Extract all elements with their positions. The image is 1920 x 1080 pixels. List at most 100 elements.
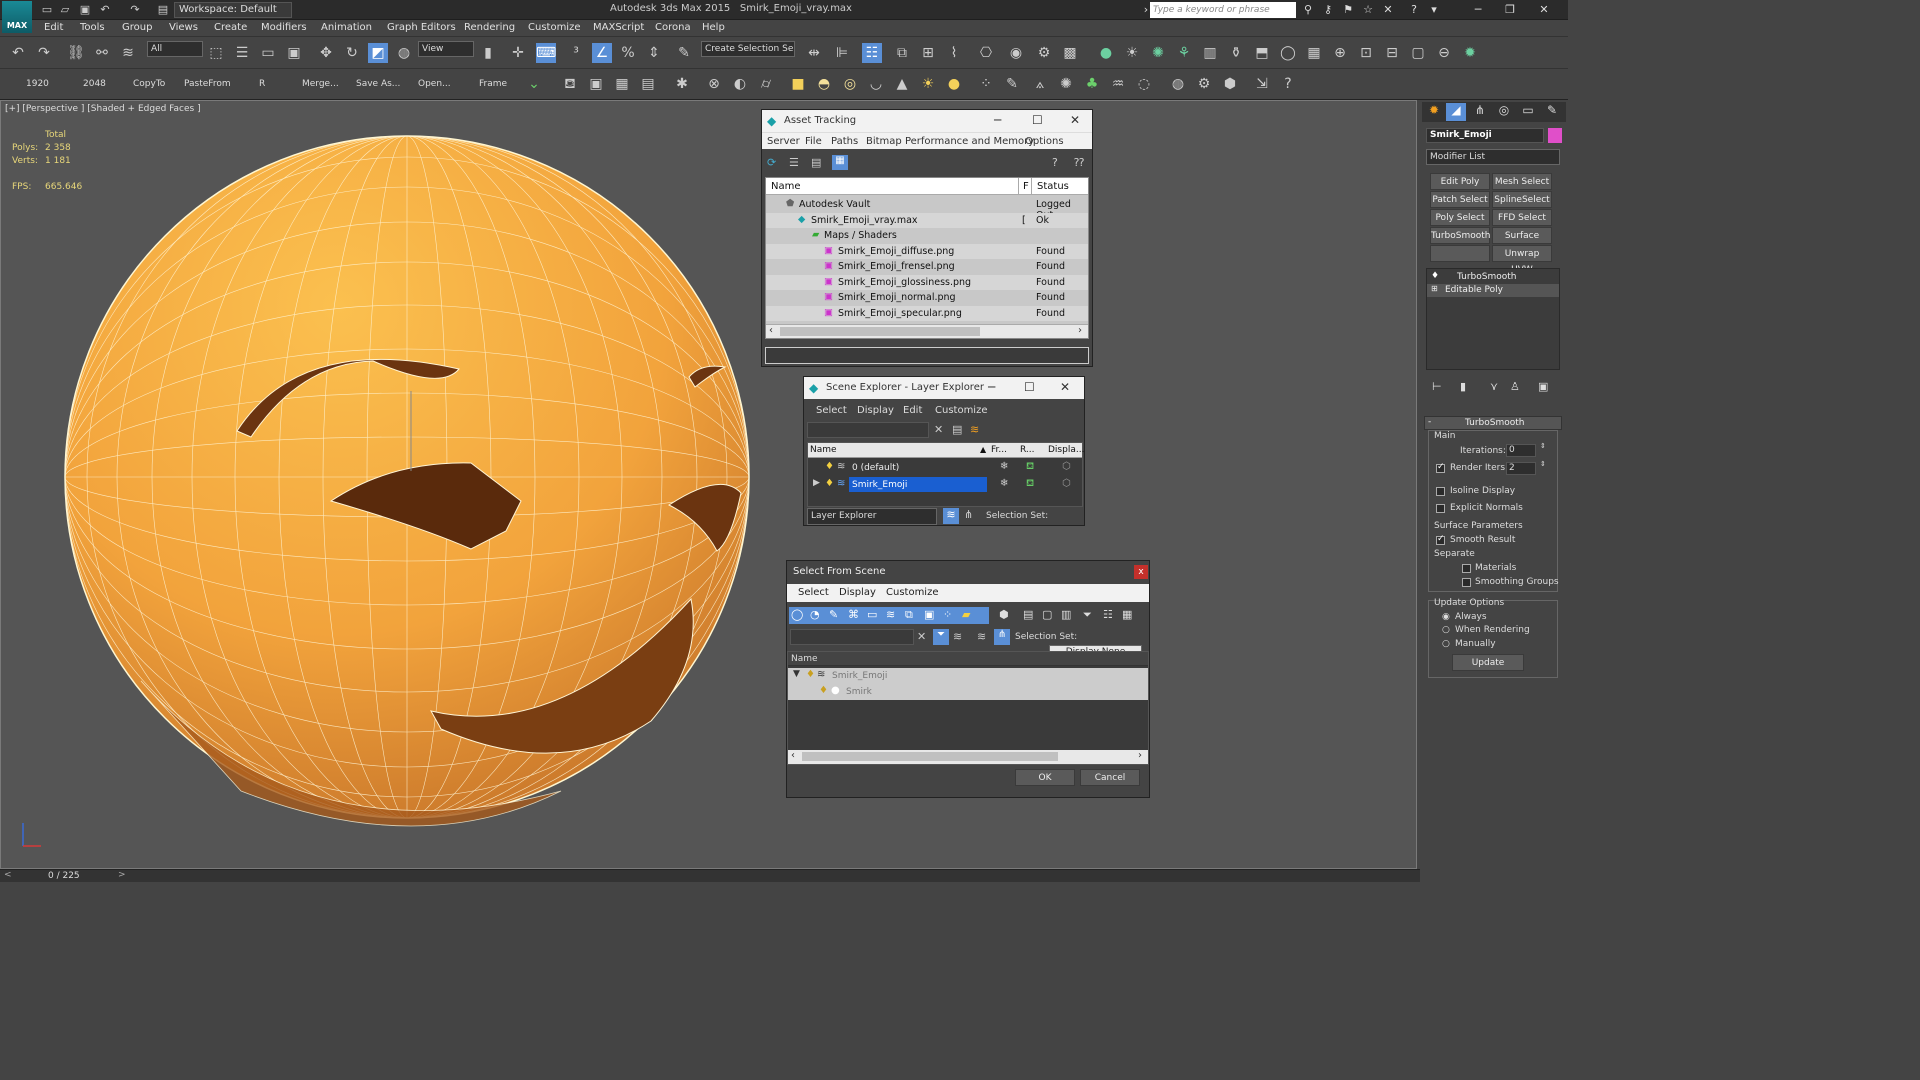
bowl-icon[interactable]: ◡	[866, 74, 886, 94]
object-row[interactable]: ♦ ● Smirk	[788, 684, 1148, 700]
sort-icon[interactable]: ▲	[980, 445, 986, 454]
btn-pastefrom[interactable]: PasteFrom	[184, 79, 231, 89]
snap-toggle-icon[interactable]: ³	[566, 43, 586, 63]
layer-manager-icon[interactable]: ⧉	[892, 43, 912, 63]
poly-select-button[interactable]: Poly Select	[1430, 209, 1490, 226]
asset-hscrollbar[interactable]: ‹ ›	[766, 324, 1088, 338]
vray-proxy-icon[interactable]: ⚱	[1226, 43, 1246, 63]
minimize-icon[interactable]: ─	[994, 113, 1001, 127]
close-icon[interactable]: ✕	[1070, 113, 1080, 127]
unwrap-uvw-button[interactable]: Unwrap UVW	[1492, 245, 1552, 275]
col-freeze[interactable]: Fr...	[991, 445, 1007, 455]
materials-checkbox[interactable]	[1462, 564, 1471, 573]
scene-explorer-titlebar[interactable]: ◆ Scene Explorer - Layer Explorer ─ ☐ ✕	[804, 377, 1084, 399]
particles-icon[interactable]: ⁘	[976, 74, 996, 94]
btn-save-as[interactable]: Save As...	[356, 79, 400, 89]
close-icon[interactable]: ✕	[1536, 3, 1552, 17]
corona-camera-icon[interactable]: ⊖	[1434, 43, 1454, 63]
mirror-icon[interactable]: ⇹	[804, 43, 824, 63]
workspace-dropdown[interactable]: Workspace: Default	[174, 2, 292, 18]
sfs-search-input[interactable]	[790, 629, 914, 645]
geometry-filter-icon[interactable]: ◯	[791, 608, 803, 621]
exchange-icon[interactable]: ✕	[1380, 3, 1396, 17]
modify-tab-icon[interactable]: ◢	[1446, 103, 1466, 121]
asset-row[interactable]: ▰ Maps / Shaders	[766, 228, 1088, 243]
settings-icon[interactable]: ⚙	[1194, 74, 1214, 94]
update-button[interactable]: Update	[1452, 654, 1524, 671]
menu-modifiers[interactable]: Modifiers	[261, 22, 307, 33]
display-none-icon[interactable]: ▢	[1042, 608, 1052, 621]
scroll-right-icon[interactable]: ›	[1078, 325, 1082, 336]
render-setup-icon[interactable]: ⚙	[1034, 43, 1054, 63]
expand-icon[interactable]: ⊞	[1431, 284, 1438, 293]
refresh-icon[interactable]: ⟳	[767, 156, 776, 169]
target-icon[interactable]: ⊗	[704, 74, 724, 94]
align-icon[interactable]: ⊫	[832, 43, 852, 63]
btn-open[interactable]: Open...	[418, 79, 451, 89]
new-icon[interactable]: ▭	[40, 3, 54, 17]
btn-2048[interactable]: 2048	[83, 79, 106, 89]
keyboard-shortcut-icon[interactable]: ⌨	[536, 43, 556, 63]
vray-sphere-icon[interactable]: ◯	[1278, 43, 1298, 63]
turbosmooth-button[interactable]: TurboSmooth	[1430, 227, 1490, 244]
xref-filter-icon[interactable]: ▣	[924, 608, 934, 621]
menu-create[interactable]: Create	[214, 22, 247, 33]
se-menu-customize[interactable]: Customize	[935, 405, 988, 416]
camera-filter-icon[interactable]: ⌘	[848, 608, 859, 621]
layer-row[interactable]: ▶ ♦ ≋ Smirk_Emoji ❄ ⛾ ⬡	[808, 477, 1082, 493]
close-icon[interactable]: x	[1134, 565, 1148, 579]
menu-corona[interactable]: Corona	[655, 22, 691, 33]
configure-sets-icon[interactable]: ▣	[1538, 380, 1548, 393]
sfs-menu-customize[interactable]: Customize	[886, 587, 939, 598]
rotate-icon[interactable]: ↻	[342, 43, 362, 63]
selection-filter-dropdown[interactable]: All	[147, 41, 203, 57]
layer-mode-icon[interactable]: ≋	[943, 508, 959, 524]
group-filter-icon[interactable]: ⧉	[905, 608, 913, 622]
corona-vfb-icon[interactable]: ⊡	[1356, 43, 1376, 63]
col-name[interactable]: Name	[791, 654, 818, 664]
search-input[interactable]: Type a keyword or phrase	[1150, 2, 1296, 18]
spacewarp-filter-icon[interactable]: ≋	[886, 608, 895, 621]
brush-icon[interactable]: ✎	[1002, 74, 1022, 94]
find-icon[interactable]: ▤	[952, 423, 962, 436]
spline-select-button[interactable]: SplineSelect	[1492, 191, 1552, 208]
grass-icon[interactable]: ♣	[1082, 74, 1102, 94]
time-next-icon[interactable]: >	[118, 870, 126, 880]
teapot-icon[interactable]: ⛾	[1026, 478, 1034, 491]
key-icon[interactable]: ⚷	[1320, 3, 1336, 17]
explicit-normals-checkbox[interactable]	[1436, 504, 1445, 513]
asset-row[interactable]: ▣ Smirk_Emoji_specular.png Found	[766, 306, 1088, 321]
manipulate-icon[interactable]: ✛	[508, 43, 528, 63]
make-unique-icon[interactable]: ⋎	[1490, 380, 1498, 393]
edit-poly-button[interactable]: Edit Poly	[1430, 173, 1490, 190]
grid-icon[interactable]: ▤	[638, 74, 658, 94]
minimize-icon[interactable]: ─	[988, 380, 995, 394]
turbosmooth-rollout-header[interactable]: - TurboSmooth	[1424, 416, 1562, 430]
maximize-icon[interactable]: ☐	[1032, 113, 1043, 127]
bulb-icon[interactable]: ✱	[672, 74, 692, 94]
ffd-select-button[interactable]: FFD Select	[1492, 209, 1552, 226]
help-icon[interactable]: ?	[1406, 3, 1422, 17]
corona-sun-icon[interactable]: ✹	[1460, 43, 1480, 63]
columns-icon[interactable]: ▦	[1122, 608, 1132, 621]
hierarchy-icon[interactable]: ⋔	[994, 629, 1010, 645]
sun-icon[interactable]: ☀	[918, 74, 938, 94]
reference-coord-dropdown[interactable]: View	[418, 41, 474, 57]
render-iters-checkbox[interactable]: ✓	[1436, 462, 1445, 473]
btn-r[interactable]: R	[259, 79, 265, 89]
utilities-tab-icon[interactable]: ✎	[1542, 103, 1562, 121]
favorites-icon[interactable]: ☆	[1360, 3, 1376, 17]
se-menu-select[interactable]: Select	[816, 405, 847, 416]
btn-copyto[interactable]: CopyTo	[133, 79, 165, 89]
menu-tools[interactable]: Tools	[80, 22, 105, 33]
clear-search-icon[interactable]: ✕	[917, 630, 926, 643]
spinner-snap-icon[interactable]: ⇕	[644, 43, 664, 63]
sfs-hscrollbar[interactable]: ‹ ›	[788, 750, 1148, 764]
expand-icon[interactable]: ▶	[813, 478, 820, 488]
at-menu-server[interactable]: Server	[767, 136, 800, 147]
undo-icon[interactable]: ↶	[98, 3, 112, 17]
stack-item-turbosmooth[interactable]: ♦ TurboSmooth	[1427, 271, 1559, 284]
table-icon[interactable]: ▦	[612, 74, 632, 94]
asset-row[interactable]: ◆ Smirk_Emoji_vray.max[Ok	[766, 213, 1088, 228]
context-help-icon[interactable]: ⁇	[1074, 156, 1084, 169]
